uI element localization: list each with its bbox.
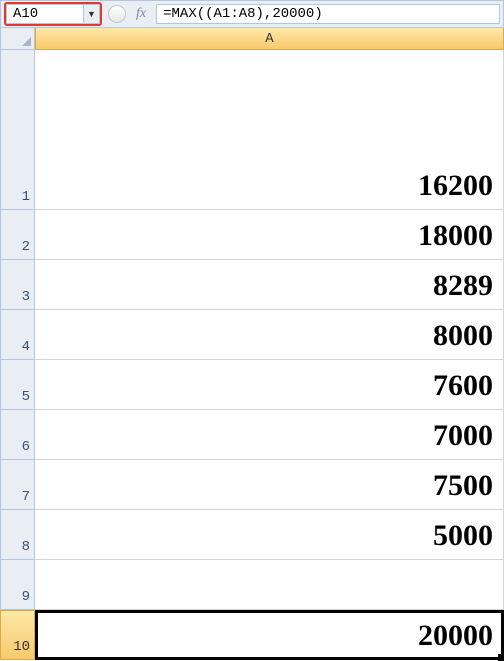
row-header[interactable]: 5 [0, 360, 35, 410]
name-box[interactable]: A10 [6, 4, 84, 24]
name-box-highlight: A10 ▼ [4, 2, 102, 26]
row-header[interactable]: 7 [0, 460, 35, 510]
column-header-a[interactable]: A [35, 28, 504, 50]
cell-a2[interactable]: 18000 [35, 210, 504, 260]
row-header[interactable]: 6 [0, 410, 35, 460]
row-header[interactable]: 1 [0, 50, 35, 210]
cell-a8[interactable]: 5000 [35, 510, 504, 560]
row-header[interactable]: 3 [0, 260, 35, 310]
cell-a10[interactable]: 20000 [35, 610, 504, 660]
spreadsheet-grid: A 1 16200 2 18000 3 8289 4 8000 5 7600 6… [0, 28, 504, 660]
cell-a1[interactable]: 16200 [35, 50, 504, 210]
cell-a3[interactable]: 8289 [35, 260, 504, 310]
select-all-corner[interactable] [0, 28, 35, 50]
cell-a7[interactable]: 7500 [35, 460, 504, 510]
row-header[interactable]: 8 [0, 510, 35, 560]
cell-a5[interactable]: 7600 [35, 360, 504, 410]
cell-a9[interactable] [35, 560, 504, 610]
row-header[interactable]: 9 [0, 560, 35, 610]
cell-a4[interactable]: 8000 [35, 310, 504, 360]
row-header[interactable]: 4 [0, 310, 35, 360]
formula-input[interactable]: =MAX((A1:A8),20000) [156, 4, 500, 24]
fx-icon[interactable]: fx [132, 6, 150, 22]
name-box-dropdown[interactable]: ▼ [84, 4, 100, 24]
cell-a6[interactable]: 7000 [35, 410, 504, 460]
row-header[interactable]: 10 [0, 610, 35, 660]
formula-bar: A10 ▼ fx =MAX((A1:A8),20000) [0, 0, 504, 28]
cancel-icon[interactable] [108, 5, 126, 23]
row-header[interactable]: 2 [0, 210, 35, 260]
